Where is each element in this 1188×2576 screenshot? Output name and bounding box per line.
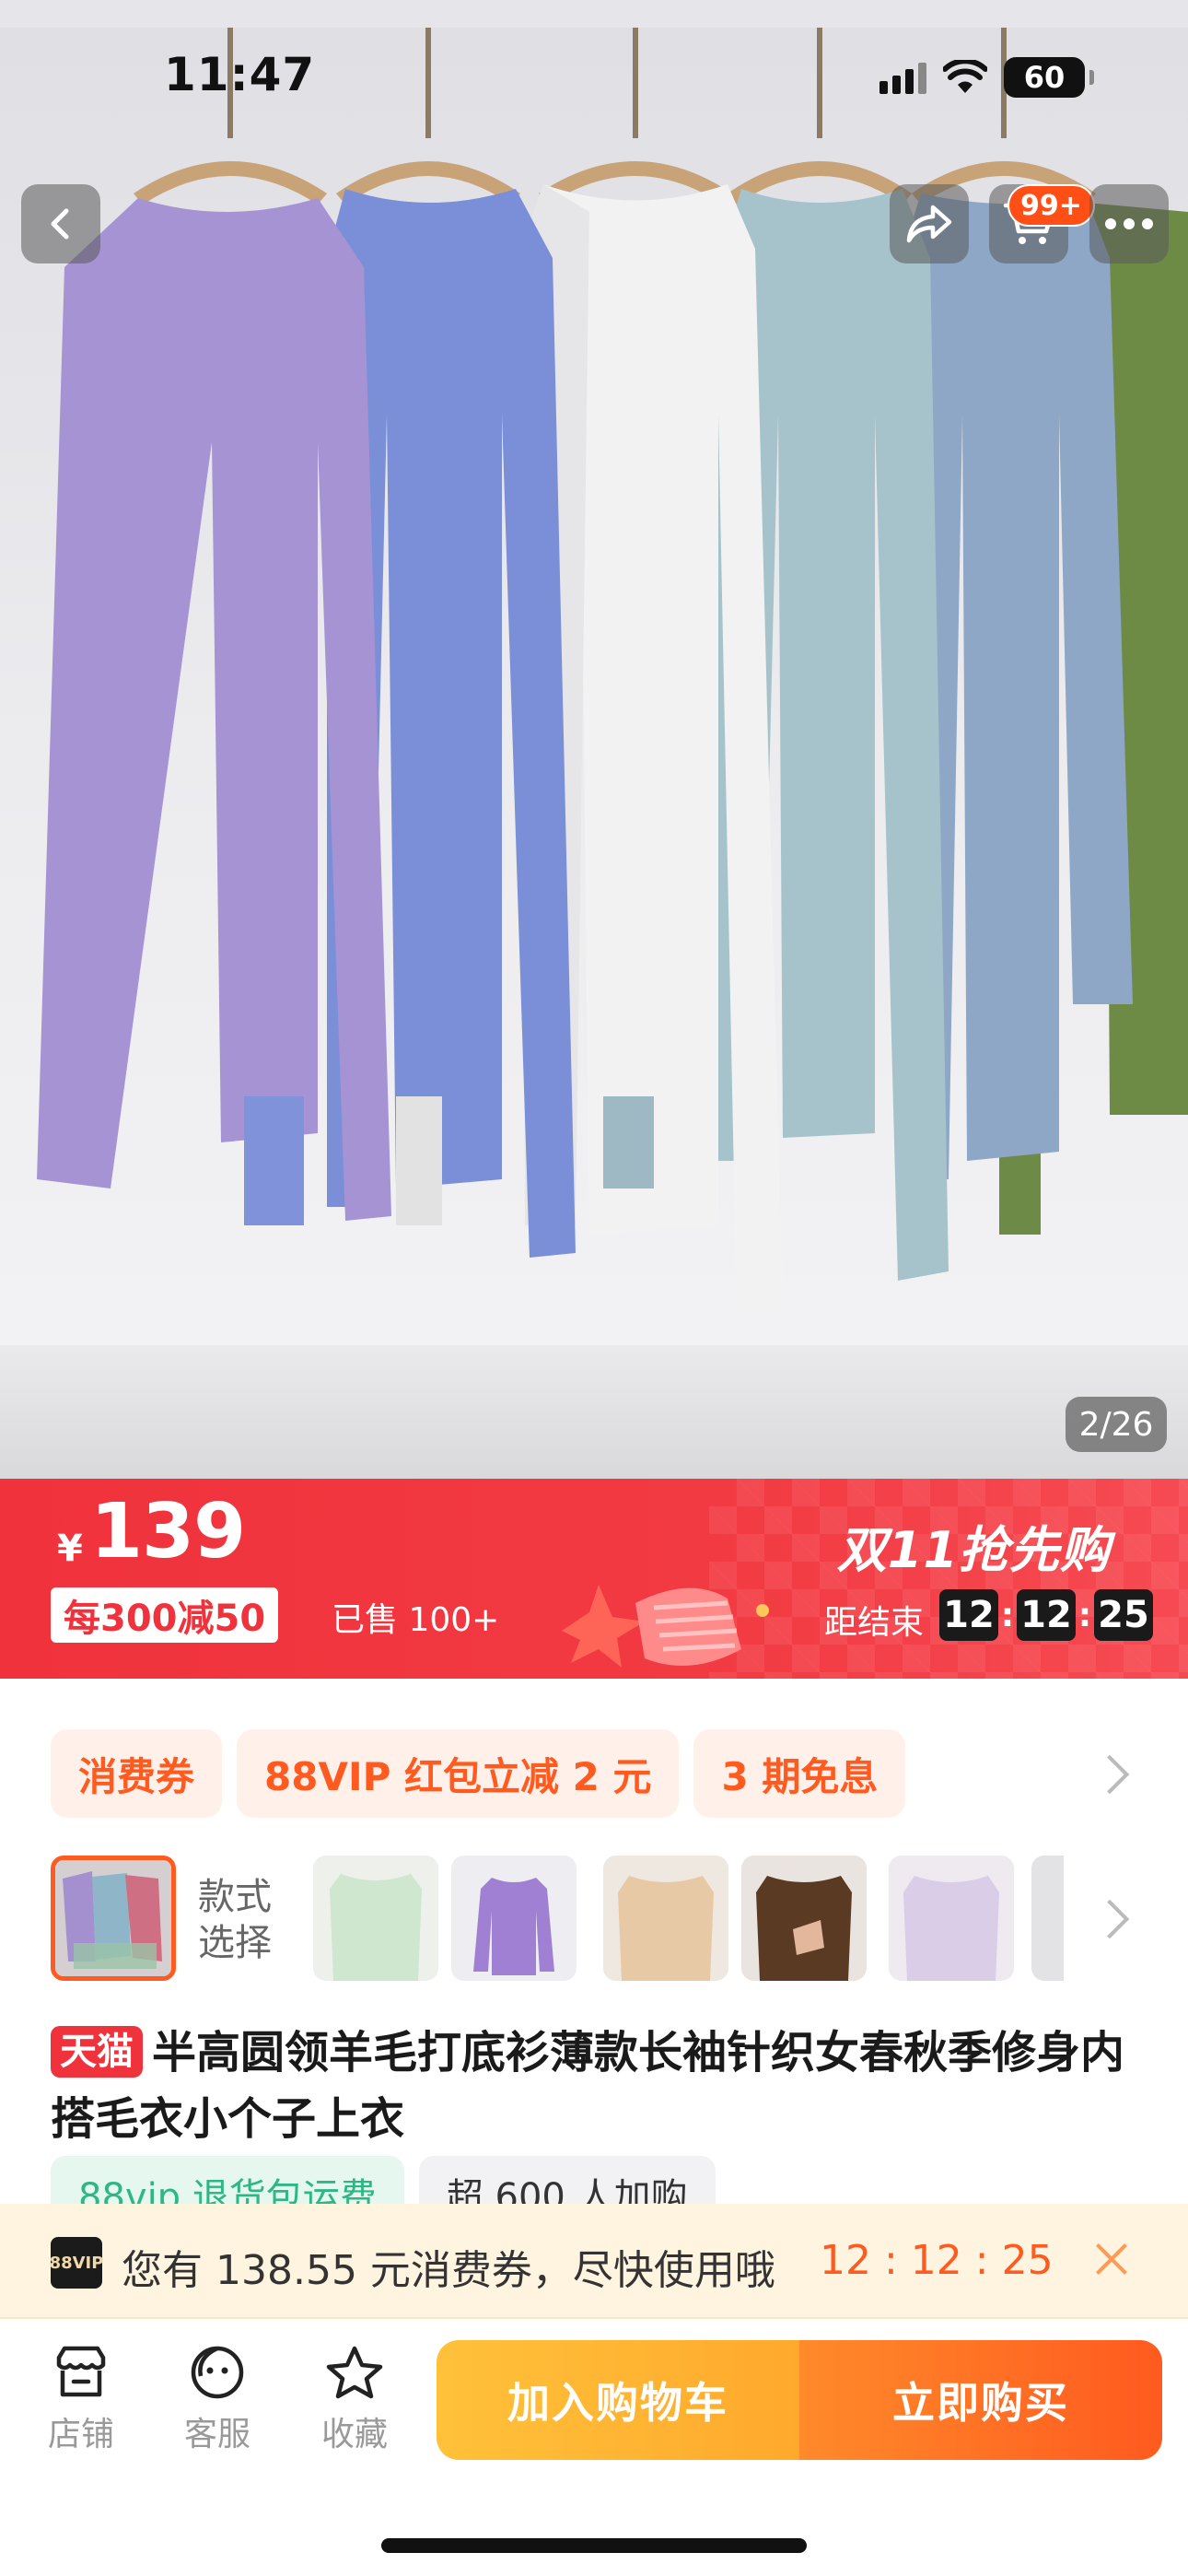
sold-count: 已售 100+ — [332, 1601, 500, 1639]
promo-chip-88vip[interactable]: 88VIP 红包立减 2 元 — [237, 1729, 680, 1818]
variant-selector-label: 款式选择 — [198, 1876, 272, 1964]
promo-chip-coupon[interactable]: 消费券 — [51, 1729, 223, 1818]
variant-image — [603, 1856, 728, 1981]
coupon-timer: 12 : 12 : 25 — [820, 2237, 1054, 2284]
add-to-cart-button[interactable]: 加入购物车 — [437, 2340, 799, 2460]
favorite-label: 收藏 — [320, 2416, 388, 2453]
variant-image — [313, 1856, 438, 1981]
88vip-icon: 88VIP — [50, 2237, 103, 2289]
tmall-badge: 天猫 — [51, 2026, 143, 2078]
variant-image — [889, 1856, 1014, 1981]
variant-image — [1031, 1856, 1064, 1981]
back-icon — [51, 208, 69, 240]
countdown-seconds: 25 — [1094, 1589, 1153, 1641]
variant-thumb-beige[interactable] — [603, 1856, 728, 1981]
star-icon — [326, 2346, 383, 2399]
favorite-button[interactable]: 收藏 — [309, 2345, 401, 2455]
festival-title: 双11抢先购 — [836, 1521, 1111, 1579]
product-title: 半高圆领羊毛打底衫薄款长袖针织女春秋季修身内搭毛衣小个子上衣 — [51, 2027, 1125, 2145]
status-time: 11:47 — [164, 48, 316, 101]
variant-image — [451, 1856, 577, 1981]
image-counter: 2/26 — [1066, 1397, 1167, 1452]
variant-thumb-selected[interactable] — [51, 1856, 176, 1981]
status-icons: 60 — [879, 55, 1094, 100]
purchase-buttons: 加入购物车 立即购买 — [437, 2340, 1162, 2460]
back-button[interactable] — [21, 184, 100, 263]
variant-selector[interactable]: 款式选择 — [51, 1856, 1064, 1985]
coupon-reminder-text: 您有 138.55 元消费券，尽快使用哦 — [122, 2247, 775, 2294]
wifi-icon — [943, 60, 987, 93]
promo-chip-installment[interactable]: 3 期免息 — [693, 1729, 906, 1818]
more-button[interactable] — [1089, 184, 1169, 263]
customer-service-label: 客服 — [183, 2416, 250, 2453]
promo-chips[interactable]: 消费券 88VIP 红包立减 2 元 3 期免息 — [51, 1729, 906, 1818]
store-icon — [56, 2346, 106, 2397]
variant-image — [741, 1856, 867, 1981]
more-icon — [1105, 218, 1153, 229]
variant-thumb-purple[interactable] — [451, 1856, 577, 1981]
cart-count-badge: 99+ — [1007, 184, 1095, 227]
variant-thumb-lavender[interactable] — [889, 1856, 1014, 1981]
customer-service-icon — [191, 2346, 244, 2399]
discount-tag: 每300减50 — [51, 1587, 279, 1643]
product-title-row: 天猫 半高圆领羊毛打底衫薄款长袖针织女春秋季修身内搭毛衣小个子上衣 — [51, 2020, 1147, 2152]
countdown-label: 距结束 — [824, 1604, 925, 1642]
countdown-timer: 12 : 12 : 25 — [939, 1589, 1153, 1641]
price-currency: ¥ — [57, 1528, 83, 1570]
store-button[interactable]: 店铺 — [35, 2345, 127, 2455]
status-bar: 11:47 60 — [0, 0, 1188, 157]
store-label: 店铺 — [47, 2416, 114, 2453]
festival-decoration-icon — [562, 1585, 769, 1668]
countdown-minutes: 12 — [1017, 1589, 1076, 1641]
buy-now-button[interactable]: 立即购买 — [799, 2340, 1162, 2460]
variant-thumb-brown[interactable] — [741, 1856, 867, 1981]
home-indicator[interactable] — [381, 2538, 807, 2553]
close-icon[interactable] — [1091, 2239, 1132, 2279]
variant-image — [55, 1860, 171, 1976]
variant-thumb-mint[interactable] — [313, 1856, 438, 1981]
image-background-floor — [0, 1345, 1188, 1479]
customer-service-button[interactable]: 客服 — [171, 2345, 263, 2455]
countdown-hours: 12 — [939, 1589, 998, 1641]
variant-thumb-grey[interactable] — [1031, 1856, 1064, 1981]
price-value: 139 — [90, 1488, 246, 1575]
cellular-signal-icon — [879, 61, 926, 94]
share-button[interactable] — [890, 184, 969, 263]
share-icon — [906, 205, 952, 243]
battery-icon: 60 — [1004, 57, 1094, 98]
